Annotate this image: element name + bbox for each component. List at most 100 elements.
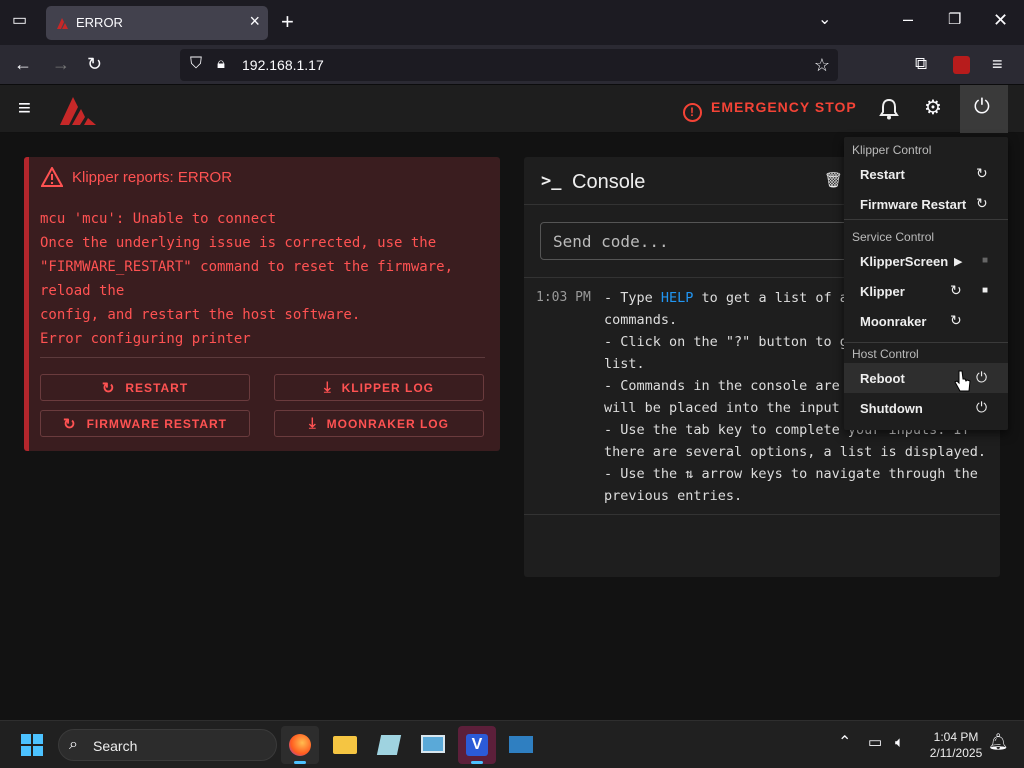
menu-item-klipperscreen: KlipperScreen ▶ ■	[844, 246, 1008, 276]
power-menu: Klipper Control Restart ↻ Firmware Resta…	[844, 137, 1008, 430]
host-control-subheader: Host Control	[852, 347, 919, 361]
volume-icon[interactable]: 🔈︎	[895, 735, 904, 750]
app-icon-v[interactable]: V	[458, 726, 496, 764]
moonraker-log-label: MOONRAKER LOG	[326, 416, 449, 431]
back-arrow-icon[interactable]: ←	[14, 55, 32, 73]
shield-icon[interactable]: ⛉	[190, 56, 202, 72]
error-line: mcu 'mcu': Unable to connect	[40, 211, 277, 227]
error-message: mcu 'mcu': Unable to connect Once the und…	[40, 207, 453, 351]
error-line: reload the	[40, 283, 125, 299]
new-tab-icon[interactable]: +	[281, 11, 294, 33]
windows-start-icon[interactable]	[21, 734, 43, 756]
console-prompt-icon: >_	[541, 171, 562, 191]
app-icon-monitor[interactable]	[502, 726, 540, 764]
help-command-link[interactable]: HELP	[661, 290, 694, 306]
menu-item-firmware-restart[interactable]: Firmware Restart ↻	[844, 189, 1008, 219]
menu-item-label: Klipper	[860, 284, 905, 299]
console-entry-time: 1:03 PM	[536, 290, 591, 305]
mainsail-logo-icon[interactable]	[58, 94, 98, 126]
error-line: config, and restart the host software.	[40, 307, 361, 323]
menu-item-label: Moonraker	[860, 314, 927, 329]
reload-icon[interactable]: ↻	[87, 55, 102, 73]
menu-item-reboot[interactable]: Reboot ⏻	[844, 363, 1008, 393]
menu-item-shutdown[interactable]: Shutdown ⏻	[844, 393, 1008, 423]
taskbar-search[interactable]: ⌕ Search	[58, 729, 277, 761]
klipper-log-label: KLIPPER LOG	[341, 380, 434, 395]
app-icon-notes[interactable]	[370, 726, 408, 764]
chevron-up-icon[interactable]: ⌃	[838, 735, 851, 751]
divider	[844, 342, 1008, 343]
firmware-restart-label: FIRMWARE RESTART	[86, 416, 227, 431]
emergency-stop-label: EMERGENCY STOP	[711, 99, 857, 115]
console-text: - Type	[604, 290, 661, 306]
close-tab-icon[interactable]: ×	[249, 11, 260, 32]
console-title: Console	[572, 171, 646, 193]
power-menu-button[interactable]: ⏻	[960, 85, 1008, 133]
moonraker-log-button[interactable]: ⤓ MOONRAKER LOG	[274, 410, 484, 437]
tab-list-icon[interactable]: ▭	[12, 13, 27, 29]
tab-title: ERROR	[76, 15, 123, 30]
address-bar[interactable]: ⛉ 🔒︎ 192.168.1.17 ☆	[180, 49, 838, 81]
url-text[interactable]: 192.168.1.17	[242, 57, 324, 73]
app-icon-control-panel[interactable]	[414, 726, 452, 764]
firefox-app-icon[interactable]	[281, 726, 319, 764]
maximize-icon[interactable]: ❐	[948, 12, 961, 27]
minimize-icon[interactable]: –	[903, 10, 913, 28]
menu-item-restart[interactable]: Restart ↻	[844, 159, 1008, 189]
klipper-error-panel: Klipper reports: ERROR mcu 'mcu': Unable…	[24, 157, 500, 451]
error-title: Klipper reports: ERROR	[72, 169, 233, 186]
menu-item-label: Reboot	[860, 371, 905, 386]
hand-cursor-icon	[954, 370, 971, 392]
bookmark-star-icon[interactable]: ☆	[814, 56, 830, 74]
menu-item-moonraker: Moonraker ↻	[844, 306, 1008, 336]
clock-time: 1:04 PM	[933, 730, 979, 744]
extensions-icon[interactable]: ⧉	[915, 55, 927, 72]
hamburger-menu-icon[interactable]: ≡	[18, 97, 31, 119]
app-bar: ≡ ! EMERGENCY STOP ⚙ ⏻	[0, 85, 1024, 133]
restart-icon: ↻	[976, 165, 988, 181]
restart-icon: ↻	[101, 379, 116, 397]
browser-tab-active[interactable]: ERROR ×	[46, 6, 268, 40]
power-icon: ⏻	[976, 369, 988, 385]
network-icon[interactable]: ▭	[868, 735, 882, 750]
lock-icon[interactable]: 🔒︎	[217, 56, 225, 71]
console-line: there are several options, a list is dis…	[604, 444, 987, 460]
menu-item-label: KlipperScreen	[860, 254, 949, 269]
restart-button[interactable]: ↻ RESTART	[40, 374, 250, 401]
restart-icon: ↻	[976, 195, 988, 211]
stop-icon[interactable]: ■	[982, 285, 988, 296]
emergency-stop-button[interactable]: ! EMERGENCY STOP	[683, 99, 857, 122]
klipper-log-button[interactable]: ⤓ KLIPPER LOG	[274, 374, 484, 401]
download-icon: ⤓	[324, 379, 332, 396]
play-icon[interactable]: ▶	[954, 255, 962, 268]
gear-icon[interactable]: ⚙	[924, 98, 942, 118]
notification-bell-icon[interactable]: 🔔︎	[988, 735, 1008, 751]
firmware-restart-button[interactable]: ↻ FIRMWARE RESTART	[40, 410, 250, 437]
file-explorer-app-icon[interactable]	[326, 726, 364, 764]
restart-icon[interactable]: ↻	[950, 282, 962, 299]
warning-icon	[41, 167, 63, 187]
error-line: Error configuring printer	[40, 331, 251, 347]
forward-arrow-icon[interactable]: →	[52, 55, 70, 73]
console-line: - Use the ⇅ arrow keys to navigate throu…	[604, 466, 978, 482]
restart-icon[interactable]: ↻	[950, 312, 962, 329]
menu-icon[interactable]: ≡	[992, 55, 1003, 73]
download-icon: ⤓	[309, 415, 317, 432]
divider	[40, 357, 485, 358]
stop-icon[interactable]: ■	[982, 255, 988, 266]
restart-label: RESTART	[125, 380, 189, 395]
search-label: Search	[93, 738, 138, 754]
menu-item-label: Shutdown	[860, 401, 923, 416]
power-icon: ⏻	[976, 399, 988, 415]
trash-icon[interactable]: 🗑︎	[824, 173, 843, 188]
chevron-down-icon[interactable]: ⌄	[818, 12, 831, 28]
close-window-icon[interactable]: ✕	[993, 11, 1008, 29]
clock[interactable]: 1:04 PM 2/11/2025	[918, 729, 994, 761]
mainsail-favicon	[57, 18, 68, 29]
service-control-subheader: Service Control	[852, 230, 935, 244]
error-line: "FIRMWARE_RESTART" command to reset the …	[40, 259, 454, 275]
bell-icon[interactable]	[878, 98, 900, 120]
ublock-icon[interactable]	[953, 56, 970, 74]
menu-item-label: Firmware Restart	[860, 197, 967, 212]
klipper-control-subheader: Klipper Control	[852, 143, 932, 157]
